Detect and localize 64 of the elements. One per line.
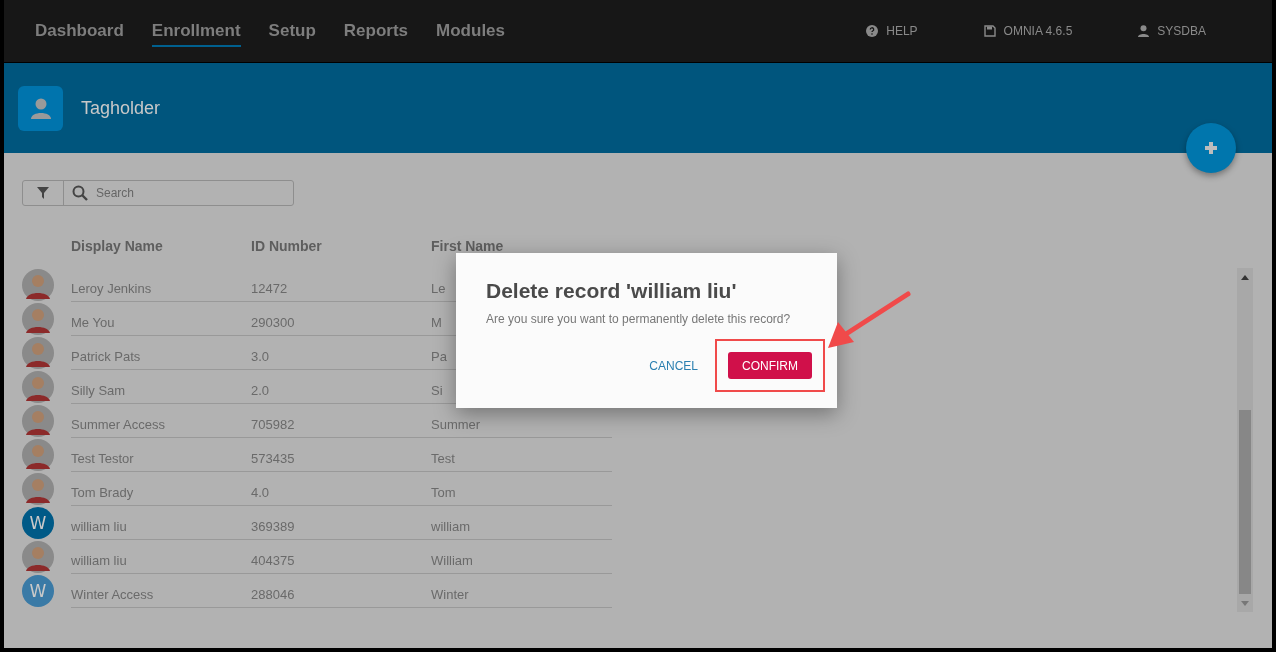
dialog-title: Delete record 'william liu'	[486, 279, 738, 303]
nav-link-label: SYSDBA	[1157, 24, 1206, 38]
nav-tab[interactable]: Setup	[268, 15, 316, 47]
nav-tab[interactable]: Dashboard	[35, 15, 124, 47]
table-cell: Summer	[431, 416, 481, 432]
table-cell: William	[431, 552, 473, 568]
table-cell: M	[431, 314, 442, 330]
column-header: Display Name	[71, 238, 164, 256]
scrollbar[interactable]	[1237, 268, 1253, 612]
table-cell: Leroy Jenkins	[71, 280, 152, 296]
scrollbar-thumb[interactable]	[1239, 410, 1251, 594]
add-button[interactable]	[1186, 123, 1236, 173]
table-cell: Test	[431, 450, 455, 466]
column-header: ID Number	[251, 238, 323, 256]
table-cell: 2.0	[251, 382, 270, 398]
search-field[interactable]: Search	[22, 180, 294, 206]
plus-icon	[1203, 140, 1219, 156]
table-cell: Me You	[71, 314, 115, 330]
table-cell: 369389	[251, 518, 295, 534]
down-arrow-icon	[1241, 601, 1249, 606]
dialog-message: Are you sure you want to permanently delete this record?	[486, 312, 792, 326]
table-cell: Summer Access	[71, 416, 165, 432]
nav-link[interactable]: HELP	[866, 24, 918, 38]
table-cell: 4.0	[251, 484, 270, 500]
table-cell: Si	[431, 382, 443, 398]
nav-link[interactable]: SYSDBA	[1138, 24, 1206, 38]
avatar: W	[22, 574, 54, 607]
filter-icon	[37, 187, 49, 199]
up-arrow-icon	[1241, 275, 1249, 280]
user-icon	[1138, 25, 1150, 37]
page-title: Tagholder	[81, 97, 161, 119]
help-icon	[866, 25, 879, 37]
table-cell: Winter Access	[71, 586, 154, 602]
table-cell: Patrick Pats	[71, 348, 141, 364]
cancel-button[interactable]: CANCEL	[643, 357, 704, 374]
table-cell: 705982	[251, 416, 295, 432]
tagholder-icon	[18, 85, 63, 131]
search-icon	[72, 185, 88, 201]
table-cell: 288046	[251, 586, 295, 602]
table-cell: Test Testor	[71, 450, 134, 466]
nav-link-label: HELP	[886, 24, 918, 38]
table-cell: william liu	[71, 552, 127, 568]
search-input[interactable]: Search	[88, 185, 293, 201]
nav-tab[interactable]: Enrollment	[151, 15, 241, 47]
confirm-button[interactable]: CONFIRM	[728, 352, 812, 379]
table-cell: Winter	[431, 586, 469, 602]
table-cell: Tom	[431, 484, 456, 500]
table-cell: william liu	[71, 518, 127, 534]
nav-tab[interactable]: Modules	[436, 15, 505, 47]
nav-tab[interactable]: Reports	[343, 15, 409, 47]
column-header: First Name	[431, 238, 505, 256]
table-cell: Pa	[431, 348, 447, 364]
table-cell: 404375	[251, 552, 295, 568]
table-cell: 573435	[251, 450, 295, 466]
table-cell: 3.0	[251, 348, 270, 364]
table-cell: Silly Sam	[71, 382, 126, 398]
nav-link[interactable]: OMNIA 4.6.5	[983, 24, 1073, 38]
table-cell: Tom Brady	[71, 484, 134, 500]
table-cell: 12472	[251, 280, 288, 296]
table-cell: william	[431, 518, 470, 534]
table-cell: Le	[431, 280, 446, 296]
avatar: W	[22, 506, 54, 539]
table-cell: 290300	[251, 314, 295, 330]
nav-link-label: OMNIA 4.6.5	[1003, 24, 1073, 38]
